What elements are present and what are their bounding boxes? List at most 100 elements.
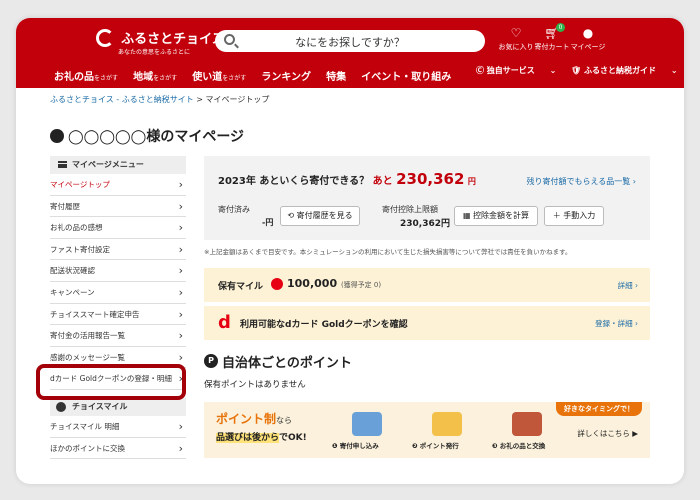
breadcrumb-home-link[interactable]: ふるさとチョイス - ふるさと納税サイト — [50, 95, 194, 104]
banner-subtitle: 品選びは後からでOK! — [216, 433, 307, 443]
heart-icon: ♡ — [510, 26, 522, 40]
dcard-text: 利用可能なdカード Goldクーポンを確認 — [240, 320, 408, 330]
miles-value: 100,000 (獲得予定 0) — [287, 277, 382, 290]
favorites-label: お気に入り — [498, 43, 534, 51]
mypage-button[interactable]: ● マイページ — [568, 26, 608, 52]
sidebar-item-label: ファスト寄付設定 — [50, 244, 110, 254]
search-placeholder: なにをお探しですか？ — [295, 36, 405, 49]
search-input[interactable]: なにをお探しですか？ — [215, 30, 485, 52]
sidebar-item-mypage-top[interactable]: マイページトップ › — [50, 174, 186, 196]
sidebar-item-usage-reports[interactable]: 寄付金の活用報告一覧 › — [50, 325, 186, 347]
summary-question: あといくら寄付できる？ — [259, 176, 370, 187]
nav-item-features[interactable]: 特集 — [326, 68, 346, 83]
nav-item-usage[interactable]: 使い道をさがす — [192, 68, 246, 83]
calc-button[interactable]: ▦ 控除金額を計算 — [454, 206, 538, 226]
point-system-banner[interactable]: ポイント制なら 品選びは後からでOK! ❶ 寄付申し込み ❷ ポイント発行 ❸ … — [204, 402, 650, 458]
laptop-icon — [352, 412, 382, 436]
banner-timing-badge: 好きなタイミングで！ — [556, 402, 642, 416]
donation-summary-box: 2023年 あといくら寄付できる？ あと 230,362 円 残り寄付額でもらえ… — [204, 156, 650, 240]
logo-mark-icon — [96, 28, 114, 47]
sidebar-menu-heading-label: マイページメニュー — [72, 160, 144, 169]
chevron-right-icon: › — [178, 221, 183, 235]
smile-icon — [56, 401, 66, 412]
cart-count-badge: 0 — [556, 23, 565, 32]
nav-item-ranking[interactable]: ランキング — [261, 68, 311, 83]
gift-food-icon — [512, 412, 542, 436]
remaining-gifts-link[interactable]: 残り寄付額でもらえる品一覧 › — [526, 176, 636, 187]
sidebar-item-label: チョイススマート確定申告 — [50, 309, 140, 319]
logo-tagline: あなたの意思をふるさとに — [118, 49, 191, 56]
sidebar-item-reviews[interactable]: お礼の品の感想 › — [50, 217, 186, 239]
breadcrumb: ふるさとチョイス - ふるさと納税サイト > マイページトップ — [50, 94, 269, 105]
nav-item-guide[interactable]: 🛡︎ ふるさと納税ガイド ⌄ — [571, 66, 677, 75]
points-icon: P — [204, 354, 218, 368]
manual-input-button[interactable]: ＋ 手動入力 — [544, 206, 604, 226]
breadcrumb-separator: > — [196, 95, 206, 104]
sidebar-menu-heading: マイページメニュー — [50, 156, 186, 174]
points-heading: P 自治体ごとのポイント — [204, 352, 650, 371]
miles-box: 保有マイル 100,000 (獲得予定 0) 詳細 › — [204, 268, 650, 302]
points-heading-text: 自治体ごとのポイント — [222, 356, 352, 371]
nav-item-events[interactable]: イベント・取り組み — [361, 68, 451, 83]
miles-detail-link[interactable]: 詳細 › — [618, 280, 638, 291]
donation-question: 2023年 あといくら寄付できる？ あと 230,362 円 — [218, 170, 476, 188]
nav-item-region[interactable]: 地域をさがす — [133, 68, 177, 83]
banner-title: ポイント制なら — [216, 412, 293, 426]
summary-year: 2023年 — [218, 176, 256, 187]
sidebar-item-label: お礼の品の感想 — [50, 223, 103, 233]
chevron-right-icon: › — [178, 178, 183, 191]
chevron-right-icon: › — [178, 419, 183, 433]
banner-step-1: ❶ 寄付申し込み — [332, 442, 379, 450]
cart-label: 寄付カート — [534, 43, 570, 51]
site-header: ふるさとチョイス あなたの意思をふるさとに なにをお探しですか？ ♡ お気に入り… — [16, 18, 684, 88]
sidebar-item-fast-donation[interactable]: ファスト寄付設定 › — [50, 239, 186, 261]
mypage-label: マイページ — [570, 43, 606, 51]
dcard-detail-link[interactable]: 登録・詳細 › — [595, 318, 638, 329]
sidebar-item-label: 感謝のメッセージ一覧 — [50, 352, 125, 362]
breadcrumb-current: マイページトップ — [205, 95, 270, 104]
banner-step-2: ❷ ポイント発行 — [412, 442, 459, 450]
banner-detail-link[interactable]: 詳しくはこちら ▶ — [577, 428, 638, 439]
banner-step-3: ❸ お礼の品と交換 — [492, 442, 546, 450]
person-icon — [50, 129, 64, 143]
sidebar-item-mile-detail[interactable]: チョイスマイル 明細 › — [50, 416, 186, 438]
cart-button[interactable]: 🛒︎ 0 寄付カート — [532, 23, 572, 52]
favorites-button[interactable]: ♡ お気に入り — [496, 26, 536, 52]
sidebar-item-campaign[interactable]: キャンペーン › — [50, 282, 186, 304]
main-content: 2023年 あといくら寄付できる？ あと 230,362 円 残り寄付額でもらえ… — [204, 156, 650, 458]
sidebar-item-label: 配送状況確認 — [50, 266, 95, 276]
coin-icon — [432, 412, 462, 436]
sidebar-item-label: チョイスマイル 明細 — [50, 421, 120, 431]
chevron-right-icon: › — [178, 441, 183, 455]
mile-coin-icon — [271, 278, 283, 290]
history-button[interactable]: ⟲ 寄付履歴を見る — [280, 206, 360, 226]
chevron-right-icon: › — [178, 285, 183, 299]
page-title-text: ◯◯◯◯◯様のマイページ — [68, 129, 245, 145]
sidebar-item-delivery[interactable]: 配送状況確認 › — [50, 260, 186, 282]
logo-name: ふるさとチョイス — [121, 32, 225, 47]
sidebar-item-label: 寄付金の活用報告一覧 — [50, 331, 125, 341]
nav-item-gifts[interactable]: お礼の品をさがす — [54, 68, 118, 83]
sidebar-mile-heading-label: チョイスマイル — [72, 401, 128, 411]
page-title: ◯◯◯◯◯様のマイページ — [50, 126, 244, 146]
global-nav: お礼の品をさがす 地域をさがす 使い道をさがす ランキング 特集 イベント・取り… — [54, 65, 461, 83]
chevron-right-icon: › — [178, 307, 183, 321]
site-logo[interactable]: ふるさとチョイス あなたの意思をふるさとに — [96, 27, 225, 56]
miles-label: 保有マイル — [218, 282, 264, 292]
sidebar-item-history[interactable]: 寄付履歴 › — [50, 196, 186, 218]
donated-label: 寄付済み — [218, 205, 250, 214]
nav-item-services[interactable]: Ⓒ 独自サービス ⌄ — [476, 66, 556, 75]
cart-icon: 🛒︎ — [544, 26, 560, 40]
user-icon: ● — [582, 26, 594, 40]
remaining-yen: 円 — [467, 177, 476, 186]
menu-icon — [58, 161, 67, 168]
dcard-box: d 利用可能なdカード Goldクーポンを確認 登録・詳細 › — [204, 306, 650, 340]
sidebar-item-label: 寄付履歴 — [50, 201, 80, 211]
sidebar-item-label: マイページトップ — [50, 180, 110, 189]
limit-value: 230,362円 — [400, 219, 450, 229]
sidebar-item-tax-return[interactable]: チョイススマート確定申告 › — [50, 304, 186, 326]
chevron-right-icon: › — [178, 199, 183, 213]
header-icons: ♡ お気に入り 🛒︎ 0 寄付カート ● マイページ — [496, 23, 608, 56]
sidebar-item-label: キャンペーン — [50, 287, 95, 297]
sidebar-item-exchange[interactable]: ほかのポイントに交換 › — [50, 438, 186, 460]
